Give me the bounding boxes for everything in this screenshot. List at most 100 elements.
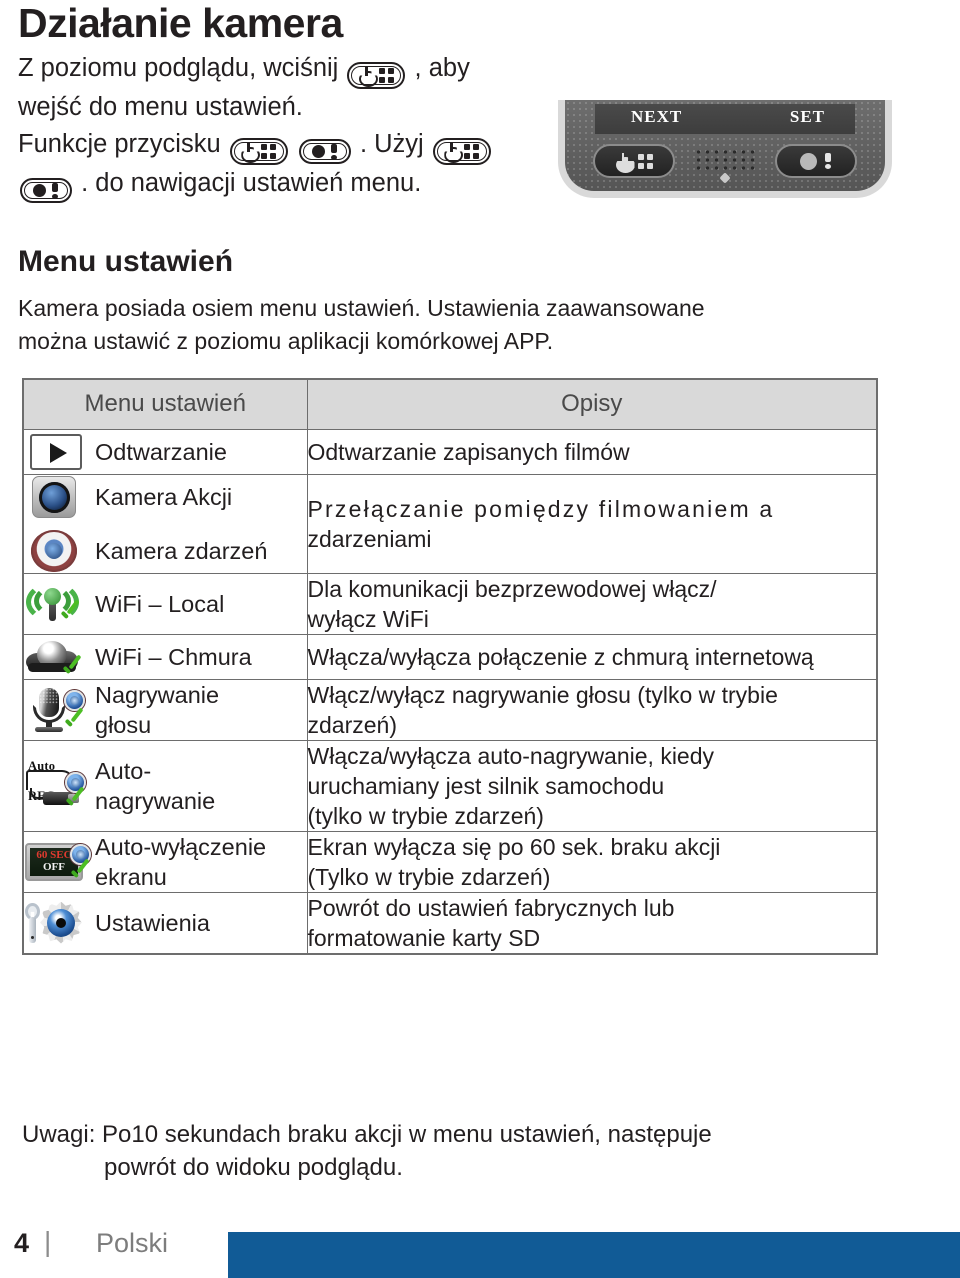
footer-color-bar [228,1232,960,1278]
desc-line: zdarzeniami [307,525,432,552]
power-menu-button-icon [347,62,406,89]
menu-cell-nagrywanie-glosu: Nagrywanie głosu [22,678,308,741]
desc-line: uruchamiany jest silnik samochodu [307,772,665,799]
menu-item-odtwarzanie[interactable]: Odtwarzanie [24,430,307,474]
page-number: 4 [14,1228,30,1258]
notes-block: Uwagi: Po10 sekundach braku akcji w menu… [22,1118,712,1184]
desc-cell-odtwarzanie: Odtwarzanie zapisanych filmów [306,428,878,475]
footer-separator: | [44,1226,52,1257]
menu-item-label: WiFi – Chmura [95,643,252,670]
desc-cell-auto-screen-off: Ekran wyłącza się po 60 sek. braku akcji… [306,830,878,893]
camera-photo: NEXT SET [558,100,892,198]
table-header-desc: Opisy [306,378,878,430]
note-line-1: Uwagi: Po10 sekundach braku akcji w menu… [22,1121,712,1148]
camera-lens-icon [24,475,86,519]
desc-line: wyłącz WiFi [307,605,429,632]
check-badge-icon [68,861,92,885]
table-row[interactable]: Ustawienia Powrót do ustawień fabrycznyc… [22,891,878,954]
table-row[interactable]: Nagrywanie głosu Włącz/wyłącz nagrywanie… [22,678,878,741]
cloud-icon [24,635,86,679]
menu-item-label: Kamera Akcji [95,483,233,510]
menu-cell-odtwarzanie: Odtwarzanie [22,428,308,475]
table-row[interactable]: WiFi – Chmura Włącza/wyłącza połączenie … [22,633,878,680]
power-icon [241,143,256,159]
desc-cell-nagrywanie-glosu: Włącz/wyłącz nagrywanie głosu (tylko w t… [306,678,878,741]
menu-item-wifi-local[interactable]: WiFi – Local [24,581,307,626]
camera-record-alert-button[interactable] [775,144,857,178]
menu-cell-ustawienia: Ustawienia [22,891,308,954]
menu-item-label: Ustawienia [95,909,210,936]
note-line-2: powrót do widoku podglądu. [104,1154,403,1181]
section-heading-menu-ustawien: Menu ustawień [18,245,234,278]
grid-icon [637,153,653,169]
intro-paragraph: Z poziomu podglądu, wciśnij , aby wejść … [18,50,578,203]
record-dot-icon [33,184,46,197]
table-row[interactable]: Odtwarzanie Odtwarzanie zapisanych filmó… [22,428,878,475]
power-icon [359,67,374,83]
camera-speaker-grille [694,148,756,170]
desc-line: (tylko w trybie zdarzeń) [307,802,544,829]
desc-cell-wifi-local: Dla komunikacji bezprzewodowej włącz/ wy… [306,572,878,635]
menu-item-label: Kamera zdarzeń [95,537,268,564]
wifi-antenna-icon [24,581,86,626]
intro-line-3: Funkcje przycisku . Użyj [18,126,578,165]
auto-rec-icon: Auto REC [24,759,86,808]
menu-item-nagrywanie-glosu[interactable]: Nagrywanie głosu [24,680,307,740]
intro-line-3-text-a: Funkcje przycisku [18,130,221,158]
footer-language: Polski [96,1228,169,1258]
menu-item-kamera-zdarzen[interactable]: Kamera zdarzeń [24,529,307,573]
menu-item-auto-nagrywanie[interactable]: Auto REC Auto- nagrywanie [24,756,307,816]
power-menu-button-icon-2 [229,138,288,165]
screen-off-line-1: 60 SEC [36,849,72,861]
desc-line: Odtwarzanie zapisanych filmów [307,438,630,465]
menu-cell-kamera-modes: Kamera Akcji Kamera zdarzeń [22,473,308,574]
power-icon [616,152,631,169]
section-paragraph-line-2: można ustawić z poziomu aplikacji komórk… [18,328,554,354]
camera-set-label: SET [789,107,825,126]
menu-cell-auto-screen-off: 60 SEC OFF Auto-wyłączenie ekranu [22,830,308,893]
intro-line-4-text: . do nawigacji ustawień menu. [81,169,422,197]
menu-cell-wifi-chmura: WiFi – Chmura [22,633,308,680]
desc-line: Włącza/wyłącza auto-nagrywanie, kiedy [307,742,715,769]
camera-next-label: NEXT [631,107,683,126]
table-row[interactable]: Auto REC Auto- nagrywanie Włącza/wyłącza… [22,739,878,832]
menu-cell-wifi-local: WiFi – Local [22,572,308,635]
intro-line-2: wejść do menu ustawień. [18,93,303,121]
menu-item-wifi-chmura[interactable]: WiFi – Chmura [24,635,307,679]
power-menu-button-icon-3 [432,138,491,165]
desc-cell-auto-nagrywanie: Włącza/wyłącza auto-nagrywanie, kiedy ur… [306,739,878,832]
intro-line-4: . do nawigacji ustawień menu. [18,165,578,203]
microphone-icon [24,687,86,734]
settings-menu-table: Menu ustawień Opisy Odtwarzanie Odtwarza… [22,378,878,955]
desc-line: Powrót do ustawień fabrycznych lub [307,894,675,921]
record-alert-button-icon [298,139,351,164]
record-dot-icon [800,152,817,170]
exclamation-icon [824,153,832,169]
exclamation-icon [51,182,59,199]
check-badge-icon [62,710,86,734]
table-header-menu: Menu ustawień [22,378,308,430]
table-row[interactable]: Kamera Akcji Kamera zdarzeń Przełączanie… [22,473,878,574]
check-badge-icon [58,602,82,626]
desc-cell-kamera-modes: Przełączanie pomiędzy filmowaniem a zdar… [306,473,878,574]
camera-power-menu-button[interactable] [593,144,675,178]
menu-item-label: Auto- nagrywanie [95,757,216,814]
settings-gear-icon [24,901,86,945]
desc-line: Włącz/wyłącz nagrywanie głosu (tylko w t… [307,681,778,708]
screen-off-60sec-icon: 60 SEC OFF [24,840,91,884]
grid-icon [378,68,394,83]
intro-line-1: Z poziomu podglądu, wciśnij , aby [18,50,578,89]
grid-icon [261,144,277,159]
table-row[interactable]: WiFi – Local Dla komunikacji bezprzewodo… [22,572,878,635]
page-title: Działanie kamera [18,0,343,46]
exclamation-icon [330,143,338,160]
gear-icon [40,901,82,944]
record-alert-button-icon-2 [20,178,72,203]
section-paragraph: Kamera posiada osiem menu ustawień. Usta… [18,292,888,358]
menu-item-ustawienia[interactable]: Ustawienia [24,901,307,945]
check-badge-icon [60,657,84,681]
power-icon [444,143,459,159]
menu-item-auto-screen-off[interactable]: 60 SEC OFF Auto-wyłączenie ekranu [24,832,307,892]
table-row[interactable]: 60 SEC OFF Auto-wyłączenie ekranu Ekran … [22,830,878,893]
menu-item-kamera-akcji[interactable]: Kamera Akcji [24,475,307,519]
